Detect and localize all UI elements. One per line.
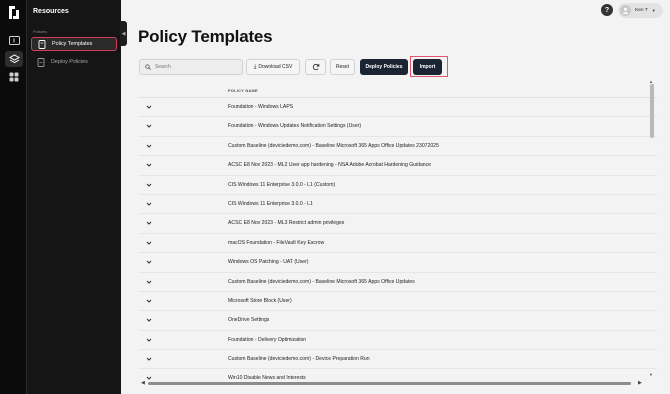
- vertical-scrollbar-thumb[interactable]: [650, 84, 654, 138]
- app-rail: [0, 0, 27, 394]
- policy-name: Microsoft Store Block (User): [228, 297, 292, 304]
- reset-button[interactable]: Reset: [330, 59, 355, 75]
- download-csv-label: Download CSV: [258, 64, 293, 70]
- sidebar-item-label: Policy Templates: [52, 41, 93, 47]
- help-button[interactable]: ?: [601, 4, 613, 16]
- user-menu[interactable]: Ken T ▼: [618, 3, 663, 18]
- search-icon: [145, 64, 151, 70]
- table-row[interactable]: Foundation - Delivery Optimization: [139, 331, 657, 351]
- chevron-down-icon[interactable]: [146, 317, 152, 323]
- chevron-down-icon[interactable]: [146, 143, 152, 149]
- rail-apps-button[interactable]: [5, 69, 23, 85]
- resources-panel: Resources Policies Policy Templates Depl…: [27, 0, 121, 394]
- chevron-down-icon: ▼: [651, 8, 656, 13]
- scroll-down-icon[interactable]: ▼: [649, 372, 653, 377]
- table-row[interactable]: Custom Baseline (deviciedemo.com) - Base…: [139, 273, 657, 292]
- refresh-button[interactable]: [305, 59, 326, 75]
- policy-name: macOS Foundation - FileVault Key Escrow: [228, 239, 325, 246]
- sidebar-item-deploy-policies[interactable]: Deploy Policies: [31, 55, 117, 69]
- policy-name: Windows OS Patching - UAT (User): [228, 259, 309, 266]
- policy-name: CIS Windows 11 Enterprise 3.0.0 - L1: [228, 200, 313, 207]
- panel-section-label: Policies: [33, 29, 47, 34]
- chevron-down-icon[interactable]: [146, 201, 152, 207]
- policy-name: OneDrive Settings: [228, 317, 270, 324]
- refresh-icon: [312, 63, 319, 71]
- sidebar-item-policy-templates[interactable]: Policy Templates: [31, 37, 117, 51]
- id-card-icon: [8, 35, 20, 45]
- chevron-left-icon: ◀: [121, 30, 126, 37]
- deploy-document-icon: [36, 57, 45, 67]
- chevron-down-icon[interactable]: [146, 123, 152, 129]
- table-row[interactable]: Custom Baseline (deviciedemo.com) - Base…: [139, 137, 657, 157]
- policy-name: ACSC E8 Nov 2023 - ML3 Restrict admin pr…: [228, 220, 345, 227]
- policy-name: ACSC E8 Nov 2023 - ML2 User app hardenin…: [228, 162, 432, 169]
- table-row[interactable]: CIS Windows 11 Enterprise 3.0.0 - L1 (Cu…: [139, 176, 657, 195]
- search-box[interactable]: [139, 59, 243, 75]
- table-row[interactable]: macOS Foundation - FileVault Key Escrow: [139, 234, 657, 254]
- table-row[interactable]: Windows OS Patching - UAT (User): [139, 253, 657, 273]
- table-row[interactable]: Foundation - Windows LAPS: [139, 98, 657, 118]
- scroll-left-icon[interactable]: ◀: [141, 380, 145, 386]
- table-row[interactable]: CIS Windows 11 Enterprise 3.0.0 - L1: [139, 195, 657, 215]
- chevron-down-icon[interactable]: [146, 162, 152, 168]
- policy-name: Foundation - Windows Updates Notificatio…: [228, 123, 362, 130]
- chevron-down-icon[interactable]: [146, 337, 152, 343]
- chevron-down-icon[interactable]: [146, 259, 152, 265]
- help-icon: ?: [604, 6, 610, 14]
- table-row[interactable]: ACSC E8 Nov 2023 - ML3 Restrict admin pr…: [139, 214, 657, 234]
- chevron-down-icon[interactable]: [146, 298, 152, 304]
- policy-name: Win10 Disable News and Interests: [228, 375, 306, 382]
- document-icon: [37, 39, 46, 49]
- search-input[interactable]: [154, 64, 242, 70]
- grid-icon: [9, 72, 19, 82]
- scroll-right-icon[interactable]: ▶: [638, 380, 642, 386]
- policy-name: Foundation - Windows LAPS: [228, 104, 294, 110]
- deploy-policies-button[interactable]: Deploy Policies: [360, 59, 408, 75]
- chevron-down-icon[interactable]: [146, 240, 152, 246]
- chevron-down-icon[interactable]: [146, 182, 152, 188]
- column-header-policy-name[interactable]: POLICY NAME: [228, 88, 258, 93]
- sidebar-item-label: Deploy Policies: [51, 59, 88, 65]
- chevron-down-icon[interactable]: [146, 220, 152, 226]
- horizontal-scrollbar-thumb[interactable]: [148, 382, 631, 385]
- import-button[interactable]: Import: [413, 59, 442, 75]
- policy-name: Foundation - Delivery Optimization: [228, 336, 307, 343]
- layers-icon: [8, 53, 20, 63]
- table-row[interactable]: ACSC E8 Nov 2023 - ML2 User app hardenin…: [139, 156, 657, 176]
- chevron-down-icon[interactable]: [146, 356, 152, 362]
- panel-title: Resources: [33, 8, 69, 15]
- collapse-panel-button[interactable]: ◀: [120, 21, 127, 46]
- table-row[interactable]: OneDrive Settings: [139, 311, 657, 331]
- policy-table: POLICY NAME Foundation - Windows LAPS Fou…: [139, 83, 657, 385]
- table-row[interactable]: Custom Baseline (deviciedemo.com) - Devi…: [139, 350, 657, 370]
- user-name: Ken T: [635, 8, 648, 13]
- table-body: Foundation - Windows LAPS Foundation - Wi…: [139, 98, 657, 385]
- app-logo-icon: [9, 6, 19, 19]
- chevron-down-icon[interactable]: [146, 279, 152, 285]
- policy-name: Custom Baseline (deviciedemo.com) - Base…: [228, 142, 439, 149]
- user-icon: [622, 7, 629, 14]
- rail-policies-button[interactable]: [5, 51, 23, 67]
- policy-name: CIS Windows 11 Enterprise 3.0.0 - L1 (Cu…: [228, 181, 336, 188]
- table-row[interactable]: Foundation - Windows Updates Notificatio…: [139, 117, 657, 137]
- policy-name: Custom Baseline (deviciedemo.com) - Base…: [228, 278, 415, 285]
- table-header: POLICY NAME: [139, 83, 657, 98]
- download-icon: ⤓: [253, 63, 257, 70]
- policy-name: Custom Baseline (deviciedemo.com) - Devi…: [228, 356, 370, 363]
- page-title: Policy Templates: [138, 27, 273, 46]
- download-csv-button[interactable]: ⤓ Download CSV: [246, 59, 300, 75]
- avatar: [620, 5, 631, 16]
- table-row[interactable]: Microsoft Store Block (User): [139, 292, 657, 312]
- chevron-down-icon[interactable]: [146, 375, 152, 381]
- chevron-down-icon[interactable]: [146, 104, 152, 110]
- rail-dashboard-button[interactable]: [5, 32, 23, 48]
